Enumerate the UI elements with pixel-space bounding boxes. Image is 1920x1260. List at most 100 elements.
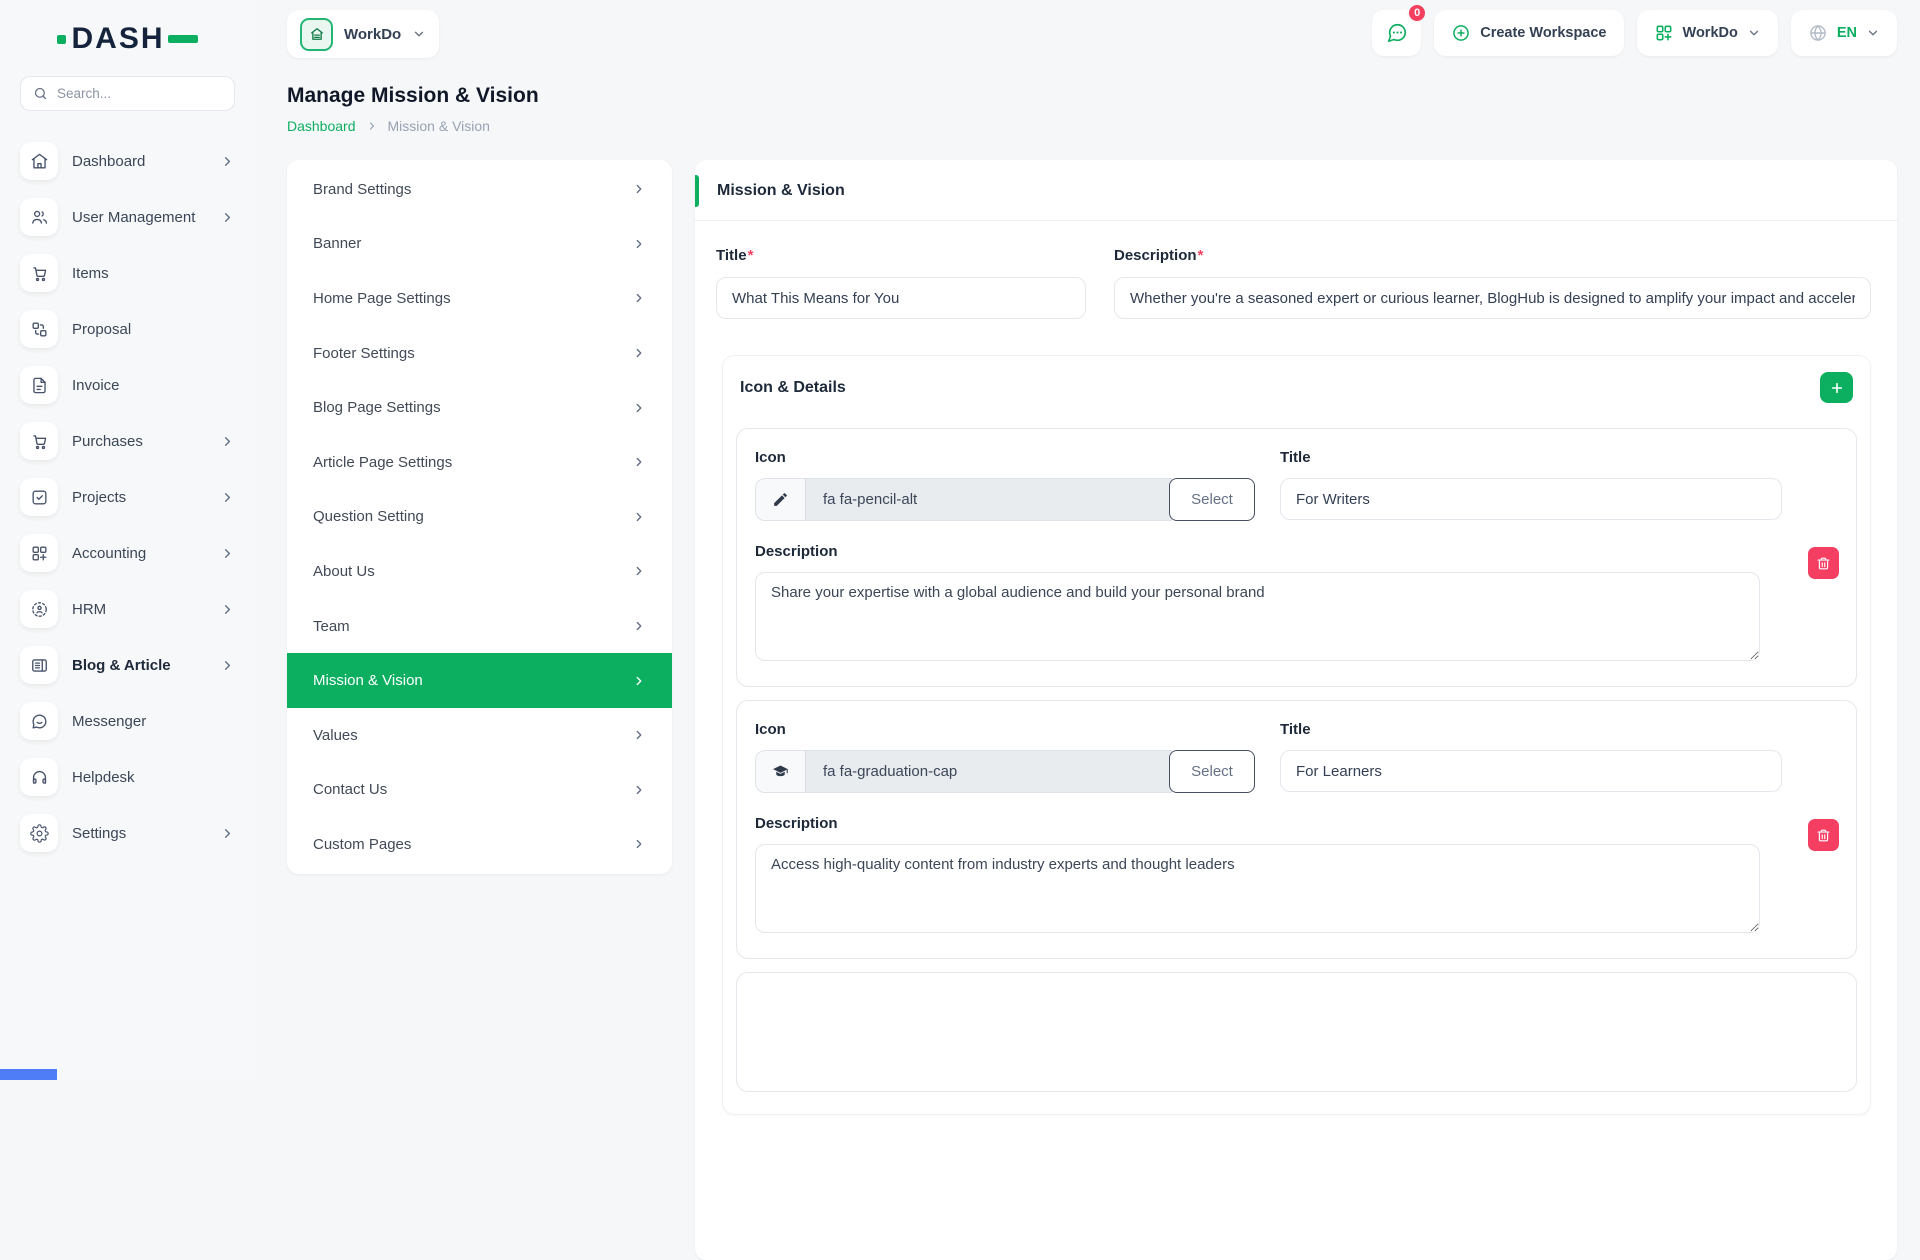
description-label: Description [1114,247,1197,264]
chevron-right-icon [632,564,646,578]
icon-label: Icon [755,449,1255,466]
submenu-item-about-us[interactable]: About Us [287,544,672,599]
submenu-item-mission-vision[interactable]: Mission & Vision [287,653,672,708]
chevron-right-icon [220,826,235,841]
submenu-item-footer-settings[interactable]: Footer Settings [287,326,672,381]
page-title: Manage Mission & Vision [287,84,1897,108]
chevron-right-icon [632,728,646,742]
users-icon [20,198,58,236]
settings-submenu: Brand Settings Banner Home Page Settings… [287,160,672,874]
item-title-input[interactable] [1280,750,1782,792]
chevron-right-icon [220,490,235,505]
sidebar-nav: Dashboard User Management Items Proposal… [20,133,235,861]
sidebar-item-purchases[interactable]: Purchases [20,413,235,469]
breadcrumb-dashboard-link[interactable]: Dashboard [287,118,356,134]
chevron-right-icon [632,674,646,688]
icon-select-button[interactable]: Select [1169,478,1255,521]
mission-vision-card: Mission & Vision Title* Description* Ico… [695,160,1897,1260]
sidebar-item-items[interactable]: Items [20,245,235,301]
sidebar-item-accounting[interactable]: Accounting [20,525,235,581]
chevron-right-icon [632,783,646,797]
hrm-person-icon [20,590,58,628]
item-description-textarea[interactable]: Share your expertise with a global audie… [755,572,1760,661]
chevron-right-icon [632,837,646,851]
icon-details-header: Icon & Details [736,370,1857,415]
submenu-item-brand-settings[interactable]: Brand Settings [287,162,672,217]
workspace-switcher[interactable]: WorkDo [1637,10,1778,56]
item-description-textarea[interactable]: Access high-quality content from industr… [755,844,1760,933]
logo-dash-bar [168,35,198,43]
chat-bubble-icon [1386,22,1408,44]
required-mark: * [748,247,754,264]
chevron-right-icon [632,619,646,633]
sidebar-item-proposal[interactable]: Proposal [20,301,235,357]
sidebar-item-hrm[interactable]: HRM [20,581,235,637]
submenu-item-article-page-settings[interactable]: Article Page Settings [287,435,672,490]
chevron-right-icon [220,602,235,617]
graduation-cap-icon [755,750,805,793]
icon-detail-item: Icon Select Title [736,428,1857,687]
chevron-right-icon [632,510,646,524]
chevron-down-icon [1747,26,1761,40]
submenu-item-team[interactable]: Team [287,599,672,654]
search-input[interactable] [57,86,234,101]
description-input[interactable] [1114,277,1871,319]
chevron-right-icon [632,401,646,415]
sidebar-item-dashboard[interactable]: Dashboard [20,133,235,189]
create-workspace-button[interactable]: Create Workspace [1434,10,1623,56]
sidebar-item-projects[interactable]: Projects [20,469,235,525]
submenu-item-blog-page-settings[interactable]: Blog Page Settings [287,380,672,435]
item-title-label: Title [1280,721,1782,738]
sidebar-item-messenger[interactable]: Messenger [20,693,235,749]
sidebar-item-settings[interactable]: Settings [20,805,235,861]
plus-icon [1829,380,1845,396]
main-form-row: Title* Description* [695,221,1897,343]
app-logo: DASH [20,24,235,54]
required-mark: * [1198,247,1204,264]
logo-dot [57,35,66,44]
unread-badge: 0 [1407,3,1427,23]
title-label: Title [716,247,747,264]
sidebar-item-helpdesk[interactable]: Helpdesk [20,749,235,805]
chevron-right-icon [632,455,646,469]
chevron-down-icon [412,27,426,41]
globe-icon [1808,23,1828,43]
message-icon [20,702,58,740]
card-header: Mission & Vision [695,160,1897,221]
icon-class-input[interactable] [805,478,1172,521]
submenu-item-values[interactable]: Values [287,708,672,763]
delete-item-button[interactable] [1808,819,1839,851]
messages-button[interactable]: 0 [1372,10,1421,56]
grid-plus-icon [1654,23,1674,43]
sidebar-item-user-management[interactable]: User Management [20,189,235,245]
submenu-item-question-setting[interactable]: Question Setting [287,490,672,545]
trash-icon [1816,556,1831,571]
sidebar-item-invoice[interactable]: Invoice [20,357,235,413]
submenu-item-contact-us[interactable]: Contact Us [287,763,672,818]
chevron-right-icon [366,120,378,132]
add-item-button[interactable] [1820,372,1853,403]
submenu-item-banner[interactable]: Banner [287,217,672,272]
chevron-right-icon [220,546,235,561]
sidebar: DASH Dashboard User Management Items Pro… [0,0,255,1080]
item-title-input[interactable] [1280,478,1782,520]
delete-item-button[interactable] [1808,547,1839,579]
language-selector[interactable]: EN [1791,10,1897,56]
workspace-pill[interactable]: WorkDo [287,10,439,58]
chevron-down-icon [1866,26,1880,40]
title-input[interactable] [716,277,1086,319]
submenu-item-custom-pages[interactable]: Custom Pages [287,817,672,872]
card-title: Mission & Vision [717,182,1875,200]
headphones-icon [20,758,58,796]
chevron-right-icon [220,658,235,673]
news-icon [20,646,58,684]
chevron-right-icon [220,434,235,449]
content-layout: Brand Settings Banner Home Page Settings… [287,160,1897,1260]
sidebar-item-blog-article[interactable]: Blog & Article [20,637,235,693]
icon-detail-item: Icon Select Title [736,700,1857,959]
submenu-item-home-page-settings[interactable]: Home Page Settings [287,271,672,326]
breadcrumb: Dashboard Mission & Vision [287,118,1897,134]
icon-class-input[interactable] [805,750,1172,793]
icon-select-button[interactable]: Select [1169,750,1255,793]
plus-circle-icon [1451,23,1471,43]
